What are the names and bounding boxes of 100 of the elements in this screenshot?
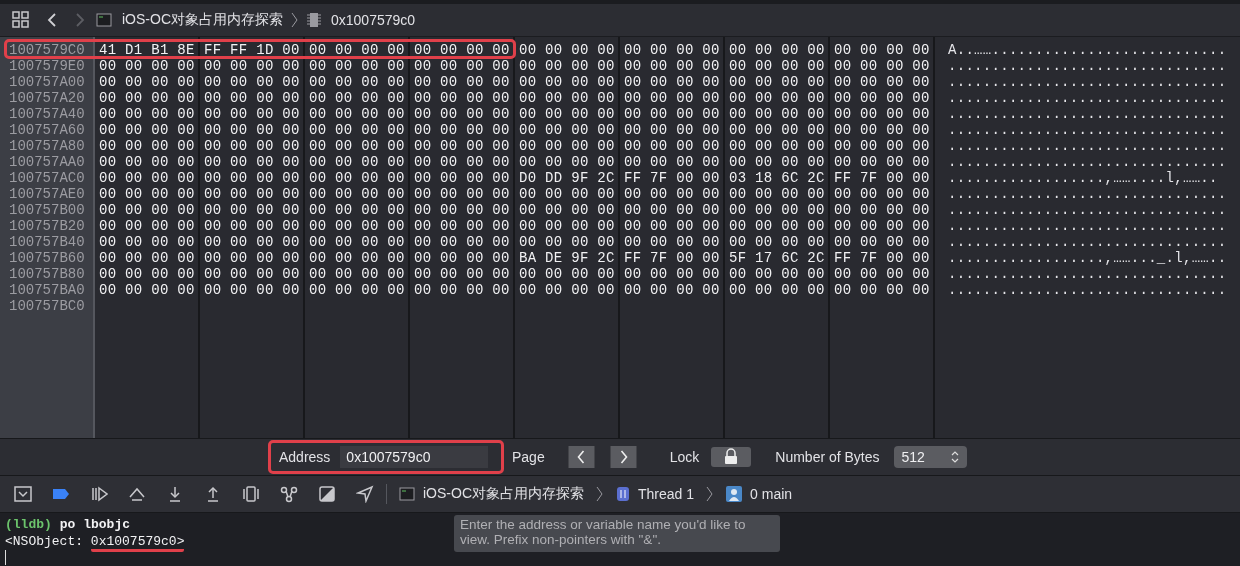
hex-bytes: 00 00 00 00 bbox=[98, 234, 196, 250]
hex-bytes: BA DE 9F 2C bbox=[518, 250, 616, 266]
breadcrumb-item[interactable]: 0x1007579c0 bbox=[331, 12, 416, 28]
view-hierarchy-icon[interactable] bbox=[242, 485, 260, 503]
hex-bytes: 00 00 00 00 bbox=[308, 122, 406, 138]
hex-bytes: 00 00 00 00 bbox=[308, 74, 406, 90]
hex-bytes: 00 00 00 00 bbox=[203, 266, 301, 282]
terminal-window-icon[interactable] bbox=[399, 487, 415, 501]
terminal-window-icon[interactable] bbox=[96, 13, 112, 27]
location-icon[interactable] bbox=[356, 485, 374, 503]
lock-label: Lock bbox=[669, 449, 700, 465]
bytes-label: Number of Bytes bbox=[775, 449, 880, 465]
chevron-icon bbox=[706, 486, 715, 502]
hex-bytes: 00 00 00 00 bbox=[203, 202, 301, 218]
hex-bytes: FF 7F 00 00 bbox=[833, 170, 931, 186]
hex-bytes: 00 00 00 00 bbox=[833, 122, 931, 138]
hex-bytes: 00 00 00 00 bbox=[518, 42, 616, 58]
console-output: <NSObject: bbox=[5, 534, 84, 549]
grid-icon[interactable] bbox=[12, 11, 30, 29]
address-label: 100757A60 bbox=[8, 122, 86, 138]
hex-bytes: 00 00 00 00 bbox=[623, 266, 721, 282]
breadcrumb-item[interactable]: iOS-OC对象占用内存探索 bbox=[423, 485, 584, 503]
hex-bytes: 00 00 00 00 bbox=[518, 138, 616, 154]
step-over-icon[interactable] bbox=[128, 485, 146, 503]
address-label: 100757A20 bbox=[8, 90, 86, 106]
hex-bytes: 00 00 00 00 bbox=[623, 202, 721, 218]
hex-bytes: 00 00 00 00 bbox=[98, 138, 196, 154]
hex-bytes: 00 00 00 00 bbox=[623, 42, 721, 58]
hex-bytes: 00 00 00 00 bbox=[308, 138, 406, 154]
hex-bytes: 00 00 00 00 bbox=[308, 218, 406, 234]
address-label: 100757A40 bbox=[8, 106, 86, 122]
breadcrumb-item[interactable]: Thread 1 bbox=[638, 486, 695, 502]
address-label: 100757AC0 bbox=[8, 170, 86, 186]
back-icon[interactable] bbox=[46, 12, 58, 28]
hex-bytes: 00 00 00 00 bbox=[518, 106, 616, 122]
hex-bytes: 00 00 00 00 bbox=[308, 170, 406, 186]
hex-bytes: 00 00 00 00 bbox=[413, 250, 511, 266]
console-prompt: (lldb) bbox=[5, 517, 52, 532]
address-label: 1007579C0 bbox=[8, 42, 86, 58]
hex-bytes: 00 00 00 00 bbox=[203, 218, 301, 234]
environment-icon[interactable] bbox=[318, 485, 336, 503]
hex-bytes: 00 00 00 00 bbox=[728, 42, 826, 58]
hex-bytes: 00 00 00 00 bbox=[728, 90, 826, 106]
hex-bytes: FF 7F 00 00 bbox=[623, 170, 721, 186]
hex-bytes: 00 00 00 00 bbox=[518, 186, 616, 202]
memory-graph-icon[interactable] bbox=[280, 485, 298, 503]
hex-bytes: 00 00 00 00 bbox=[203, 122, 301, 138]
hex-bytes: 00 00 00 00 bbox=[203, 170, 301, 186]
lock-icon[interactable] bbox=[711, 447, 752, 467]
person-icon[interactable] bbox=[726, 486, 743, 502]
hex-bytes: 00 00 00 00 bbox=[728, 154, 826, 170]
hex-bytes: 00 00 00 00 bbox=[308, 90, 406, 106]
ascii-text: ..................,……....l,…….. bbox=[948, 170, 1218, 186]
ascii-text: ................................ bbox=[948, 74, 1227, 90]
hex-bytes: 00 00 00 00 bbox=[833, 74, 931, 90]
hex-bytes: 00 00 00 00 bbox=[413, 282, 511, 298]
hex-bytes: 00 00 00 00 bbox=[728, 74, 826, 90]
hex-bytes: 00 00 00 00 bbox=[623, 282, 721, 298]
address-label: 1007579E0 bbox=[8, 58, 86, 74]
chip-icon[interactable] bbox=[307, 12, 321, 28]
hex-bytes: 00 00 00 00 bbox=[623, 74, 721, 90]
hex-bytes: 00 00 00 00 bbox=[728, 58, 826, 74]
console-command: po lbobjc bbox=[59, 517, 131, 532]
hex-bytes: 00 00 00 00 bbox=[623, 58, 721, 74]
hex-bytes: 00 00 00 00 bbox=[98, 266, 196, 282]
hex-bytes: 00 00 00 00 bbox=[413, 170, 511, 186]
bytes-dropdown[interactable]: 512 bbox=[893, 446, 967, 468]
thread-icon[interactable] bbox=[616, 486, 630, 502]
hex-bytes: 00 00 00 00 bbox=[98, 106, 196, 122]
hex-bytes: 00 00 00 00 bbox=[728, 186, 826, 202]
hex-bytes: 00 00 00 00 bbox=[98, 58, 196, 74]
ascii-text: ................................ bbox=[948, 90, 1227, 106]
chevron-icon bbox=[596, 486, 604, 502]
hex-bytes: 00 00 00 00 bbox=[308, 202, 406, 218]
breadcrumb-item[interactable]: iOS-OC对象占用内存探索 bbox=[122, 11, 283, 29]
hex-bytes: 00 00 00 00 bbox=[518, 282, 616, 298]
updown-icon bbox=[950, 451, 959, 463]
hex-bytes: 00 00 00 00 bbox=[413, 106, 511, 122]
hex-bytes: 00 00 00 00 bbox=[623, 106, 721, 122]
hex-bytes: 00 00 00 00 bbox=[98, 122, 196, 138]
hex-bytes: 00 00 00 00 bbox=[518, 90, 616, 106]
hex-bytes: 00 00 00 00 bbox=[203, 138, 301, 154]
hex-bytes: 00 00 00 00 bbox=[833, 186, 931, 202]
address-label: Address bbox=[279, 449, 331, 465]
hex-bytes: 00 00 00 00 bbox=[413, 218, 511, 234]
hex-bytes: 00 00 00 00 bbox=[833, 282, 931, 298]
continue-icon[interactable] bbox=[90, 485, 108, 503]
hex-bytes: 00 00 00 00 bbox=[413, 138, 511, 154]
hex-bytes: 00 00 00 00 bbox=[308, 186, 406, 202]
ascii-text: ................................ bbox=[948, 154, 1227, 170]
address-field[interactable]: 0x1007579c0 bbox=[340, 446, 489, 468]
hex-bytes: 00 00 00 00 bbox=[833, 218, 931, 234]
hex-bytes: 00 00 00 00 bbox=[728, 282, 826, 298]
breadcrumb-item[interactable]: 0 main bbox=[750, 486, 793, 502]
console-toggle-icon[interactable] bbox=[14, 485, 32, 503]
ascii-text: ................................ bbox=[948, 58, 1227, 74]
hex-bytes: 00 00 00 00 bbox=[98, 202, 196, 218]
text-cursor bbox=[5, 550, 6, 565]
hex-bytes: FF 7F 00 00 bbox=[623, 250, 721, 266]
hex-bytes: 41 D1 B1 8E bbox=[98, 42, 196, 58]
